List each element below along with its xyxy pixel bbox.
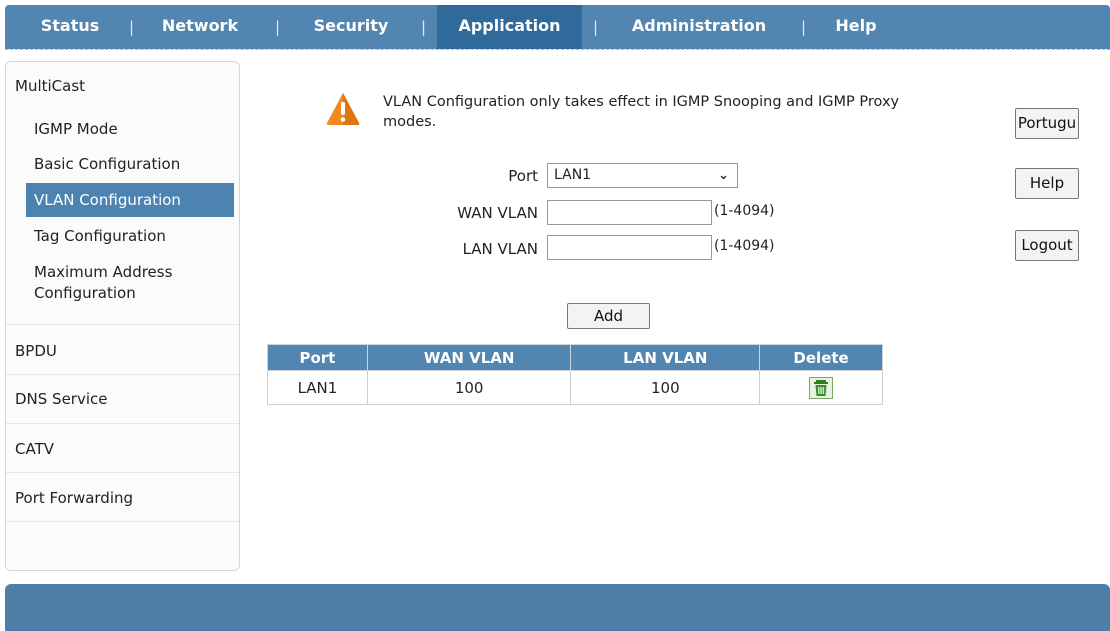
- nav-separator: |: [129, 18, 135, 36]
- trash-icon[interactable]: [809, 376, 834, 399]
- sidebar-item-basic-configuration[interactable]: Basic Configuration: [34, 154, 234, 175]
- column-header-lan-vlan: LAN VLAN: [570, 344, 761, 371]
- language-button[interactable]: Portugu: [1015, 108, 1079, 139]
- port-label: Port: [508, 167, 538, 185]
- sidebar-group-bpdu[interactable]: BPDU: [15, 342, 57, 360]
- sidebar-item-tag-configuration[interactable]: Tag Configuration: [34, 226, 234, 247]
- sidebar-divider: [6, 374, 239, 375]
- nav-tab-security[interactable]: Security: [298, 5, 404, 49]
- sidebar-divider: [6, 324, 239, 325]
- vlan-table: Port WAN VLAN LAN VLAN Delete LAN1 100 1…: [267, 344, 883, 405]
- sidebar-group-port-forwarding[interactable]: Port Forwarding: [15, 489, 133, 507]
- warning-triangle-icon: [326, 93, 360, 125]
- nav-tab-status[interactable]: Status: [25, 5, 115, 49]
- column-header-delete: Delete: [759, 344, 883, 371]
- wan-vlan-hint: (1-4094): [714, 203, 775, 219]
- cell-wan-vlan: 100: [366, 370, 572, 405]
- help-button[interactable]: Help: [1015, 168, 1079, 199]
- sidebar-divider: [6, 472, 239, 473]
- sidebar-group-catv[interactable]: CATV: [15, 440, 54, 458]
- sidebar-item-maximum-address-configuration[interactable]: Maximum Address Configuration: [34, 262, 214, 304]
- nav-tab-network[interactable]: Network: [152, 5, 248, 49]
- lan-vlan-input[interactable]: [547, 235, 712, 260]
- cell-port: LAN1: [267, 370, 368, 405]
- nav-separator: |: [275, 18, 281, 36]
- chevron-down-icon: ⌄: [718, 168, 729, 183]
- sidebar-item-vlan-configuration[interactable]: VLAN Configuration: [26, 183, 234, 217]
- sidebar-item-igmp-mode[interactable]: IGMP Mode: [34, 119, 234, 140]
- port-select-value: LAN1: [554, 167, 592, 183]
- column-header-wan-vlan: WAN VLAN: [366, 344, 572, 371]
- wan-vlan-label: WAN VLAN: [457, 204, 538, 222]
- nav-tab-application[interactable]: Application: [437, 5, 582, 49]
- nav-tab-help[interactable]: Help: [823, 5, 889, 49]
- sidebar-group-multicast[interactable]: MultiCast: [15, 77, 85, 95]
- nav-separator: |: [593, 18, 599, 36]
- table-header-row: Port WAN VLAN LAN VLAN Delete: [267, 344, 883, 371]
- table-row: LAN1 100 100: [267, 370, 883, 405]
- nav-separator: |: [801, 18, 807, 36]
- notice-text: VLAN Configuration only takes effect in …: [383, 94, 900, 130]
- add-button[interactable]: Add: [567, 303, 650, 329]
- port-select[interactable]: LAN1 ⌄: [547, 163, 738, 188]
- column-header-port: Port: [267, 344, 368, 371]
- logout-button[interactable]: Logout: [1015, 230, 1079, 261]
- cell-lan-vlan: 100: [570, 370, 761, 405]
- nav-tab-administration[interactable]: Administration: [618, 5, 780, 49]
- top-nav: Status | Network | Security | Applicatio…: [5, 5, 1110, 49]
- sidebar-divider: [6, 423, 239, 424]
- cell-delete: [759, 370, 883, 405]
- lan-vlan-label: LAN VLAN: [462, 240, 538, 258]
- sidebar: MultiCast IGMP Mode Basic Configuration …: [5, 61, 240, 571]
- sidebar-group-dns-service[interactable]: DNS Service: [15, 390, 108, 408]
- nav-divider: [5, 49, 1110, 51]
- footer-bar: [5, 584, 1110, 631]
- sidebar-divider: [6, 521, 239, 522]
- lan-vlan-hint: (1-4094): [714, 238, 775, 254]
- wan-vlan-input[interactable]: [547, 200, 712, 225]
- nav-separator: |: [421, 18, 427, 36]
